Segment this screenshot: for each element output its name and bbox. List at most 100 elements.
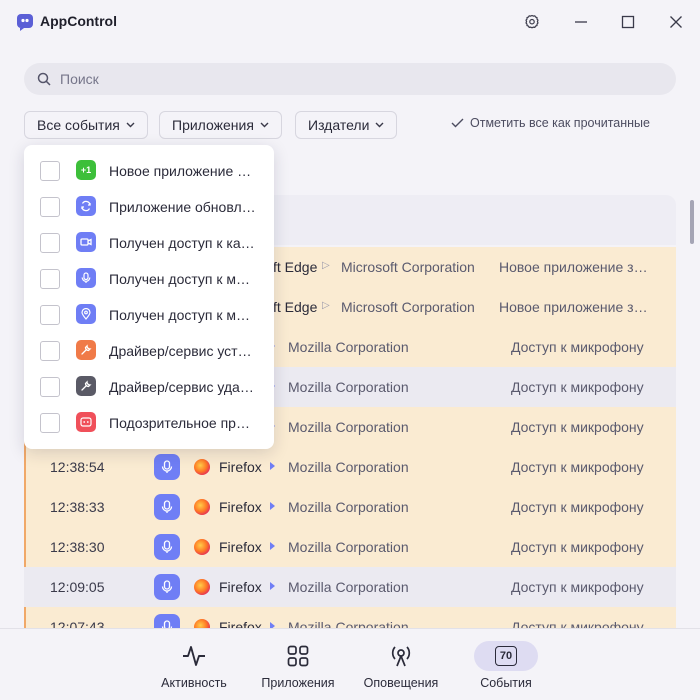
event-description: Доступ к микрофону — [511, 379, 644, 395]
firefox-icon — [194, 539, 210, 555]
mark-all-read-button[interactable]: Отметить все как прочитанные — [451, 116, 650, 130]
microphone-icon — [154, 454, 180, 480]
checkmark-icon — [451, 118, 464, 128]
apps-filter-label: Приложения — [172, 117, 254, 133]
event-description: Доступ к микрофону — [511, 459, 644, 475]
checkbox[interactable] — [40, 305, 60, 325]
table-row[interactable]: 12:38:54 Firefox Mozilla Corporation Доступ… — [24, 447, 676, 487]
app-title: AppControl — [40, 13, 117, 29]
dropdown-item[interactable]: Драйвер/сервис уст… — [24, 333, 274, 369]
app-name: Firefox — [219, 499, 262, 515]
chevron-down-icon — [260, 122, 269, 128]
minimize-button[interactable] — [571, 12, 591, 32]
dropdown-item[interactable]: Драйвер/сервис уда… — [24, 369, 274, 405]
app-name: Firefox — [219, 539, 262, 555]
dropdown-item-label: Получен доступ к м… — [109, 271, 251, 287]
minimize-icon — [575, 21, 587, 23]
nav-activity[interactable]: Активность — [154, 639, 234, 695]
dropdown-item[interactable]: Получен доступ к м… — [24, 261, 274, 297]
dropdown-item-label: Новое приложение … — [109, 163, 252, 179]
scrollbar[interactable] — [690, 200, 694, 244]
title-bar: AppControl — [0, 0, 700, 44]
gear-icon — [525, 14, 539, 29]
nav-events[interactable]: 70 События — [466, 639, 546, 695]
search-bar[interactable] — [24, 63, 676, 95]
all-events-filter[interactable]: Все события — [24, 111, 148, 139]
checkbox[interactable] — [40, 233, 60, 253]
dropdown-item-label: Приложение обновл… — [109, 199, 256, 215]
settings-button[interactable] — [522, 12, 542, 32]
dropdown-item[interactable]: Подозрительное пр… — [24, 405, 274, 441]
event-description: Новое приложение з… — [499, 259, 648, 275]
chevron-down-icon — [375, 122, 384, 128]
nav-events-label: События — [480, 676, 532, 690]
dropdown-item[interactable]: Получен доступ к м… — [24, 297, 274, 333]
search-icon — [37, 72, 51, 86]
arrow-icon: ▷ — [322, 260, 330, 271]
table-row[interactable]: 12:38:30 Firefox Mozilla Corporation Доступ… — [24, 527, 676, 567]
nav-alerts[interactable]: Оповещения — [361, 639, 441, 695]
arrow-icon: ▷ — [322, 300, 330, 311]
microphone-icon — [154, 494, 180, 520]
event-type-dropdown: +1 Новое приложение … Приложение обновл… По… — [24, 145, 274, 449]
app-name: ft Edge — [273, 299, 318, 315]
checkbox[interactable] — [40, 377, 60, 397]
search-input[interactable] — [60, 63, 660, 95]
apps-filter[interactable]: Приложения — [159, 111, 282, 139]
close-button[interactable] — [666, 12, 686, 32]
publisher-name: Mozilla Corporation — [288, 499, 409, 515]
event-time: 12:38:33 — [50, 499, 105, 515]
refresh-icon — [76, 196, 96, 216]
checkbox[interactable] — [40, 413, 60, 433]
nav-activity-label: Активность — [161, 676, 227, 690]
maximize-button[interactable] — [618, 12, 638, 32]
all-events-filter-label: Все события — [37, 117, 120, 133]
event-description: Новое приложение з… — [499, 299, 648, 315]
event-time: 12:38:54 — [50, 459, 105, 475]
activity-icon — [183, 646, 205, 666]
grid-icon — [287, 645, 309, 667]
event-description: Доступ к микрофону — [511, 499, 644, 515]
dropdown-item-label: Получен доступ к м… — [109, 307, 251, 323]
maximize-icon — [621, 15, 635, 29]
plus-one-icon: +1 — [76, 160, 96, 180]
dropdown-item[interactable]: Приложение обновл… — [24, 189, 274, 225]
checkbox[interactable] — [40, 269, 60, 289]
event-description: Доступ к микрофону — [511, 419, 644, 435]
close-icon — [670, 16, 682, 28]
dropdown-item-label: Подозрительное пр… — [109, 415, 250, 431]
dropdown-item[interactable]: +1 Новое приложение … — [24, 153, 274, 189]
microphone-icon — [76, 268, 96, 288]
table-row[interactable]: 12:09:05 Firefox Mozilla Corporation Доступ… — [24, 567, 676, 607]
publisher-name: Mozilla Corporation — [288, 539, 409, 555]
table-row[interactable]: 12:38:33 Firefox Mozilla Corporation Доступ… — [24, 487, 676, 527]
chevron-down-icon — [126, 122, 135, 128]
publisher-name: Microsoft Corporation — [341, 259, 475, 275]
firefox-icon — [194, 459, 210, 475]
microphone-icon — [154, 534, 180, 560]
publisher-name: Mozilla Corporation — [288, 379, 409, 395]
nav-apps-label: Приложения — [261, 676, 335, 690]
bottom-nav: Активность Приложения Оповещения 70 Собы… — [0, 628, 700, 700]
suspicious-icon — [76, 412, 96, 432]
event-description: Доступ к микрофону — [511, 339, 644, 355]
firefox-icon — [194, 499, 210, 515]
checkbox[interactable] — [40, 161, 60, 181]
arrow-icon — [270, 462, 275, 470]
app-name: ft Edge — [273, 259, 318, 275]
app-name: Firefox — [219, 579, 262, 595]
event-time: 12:09:05 — [50, 579, 105, 595]
wrench-icon — [76, 376, 96, 396]
publisher-name: Mozilla Corporation — [288, 419, 409, 435]
publishers-filter[interactable]: Издатели — [295, 111, 398, 139]
checkbox[interactable] — [40, 341, 60, 361]
checkbox[interactable] — [40, 197, 60, 217]
dropdown-item-label: Драйвер/сервис уда… — [109, 379, 254, 395]
events-count-badge: 70 — [495, 646, 517, 666]
publishers-filter-label: Издатели — [308, 117, 370, 133]
firefox-icon — [194, 579, 210, 595]
nav-apps[interactable]: Приложения — [258, 639, 338, 695]
event-description: Доступ к микрофону — [511, 539, 644, 555]
dropdown-item[interactable]: Получен доступ к ка… — [24, 225, 274, 261]
mark-all-read-label: Отметить все как прочитанные — [470, 116, 650, 130]
